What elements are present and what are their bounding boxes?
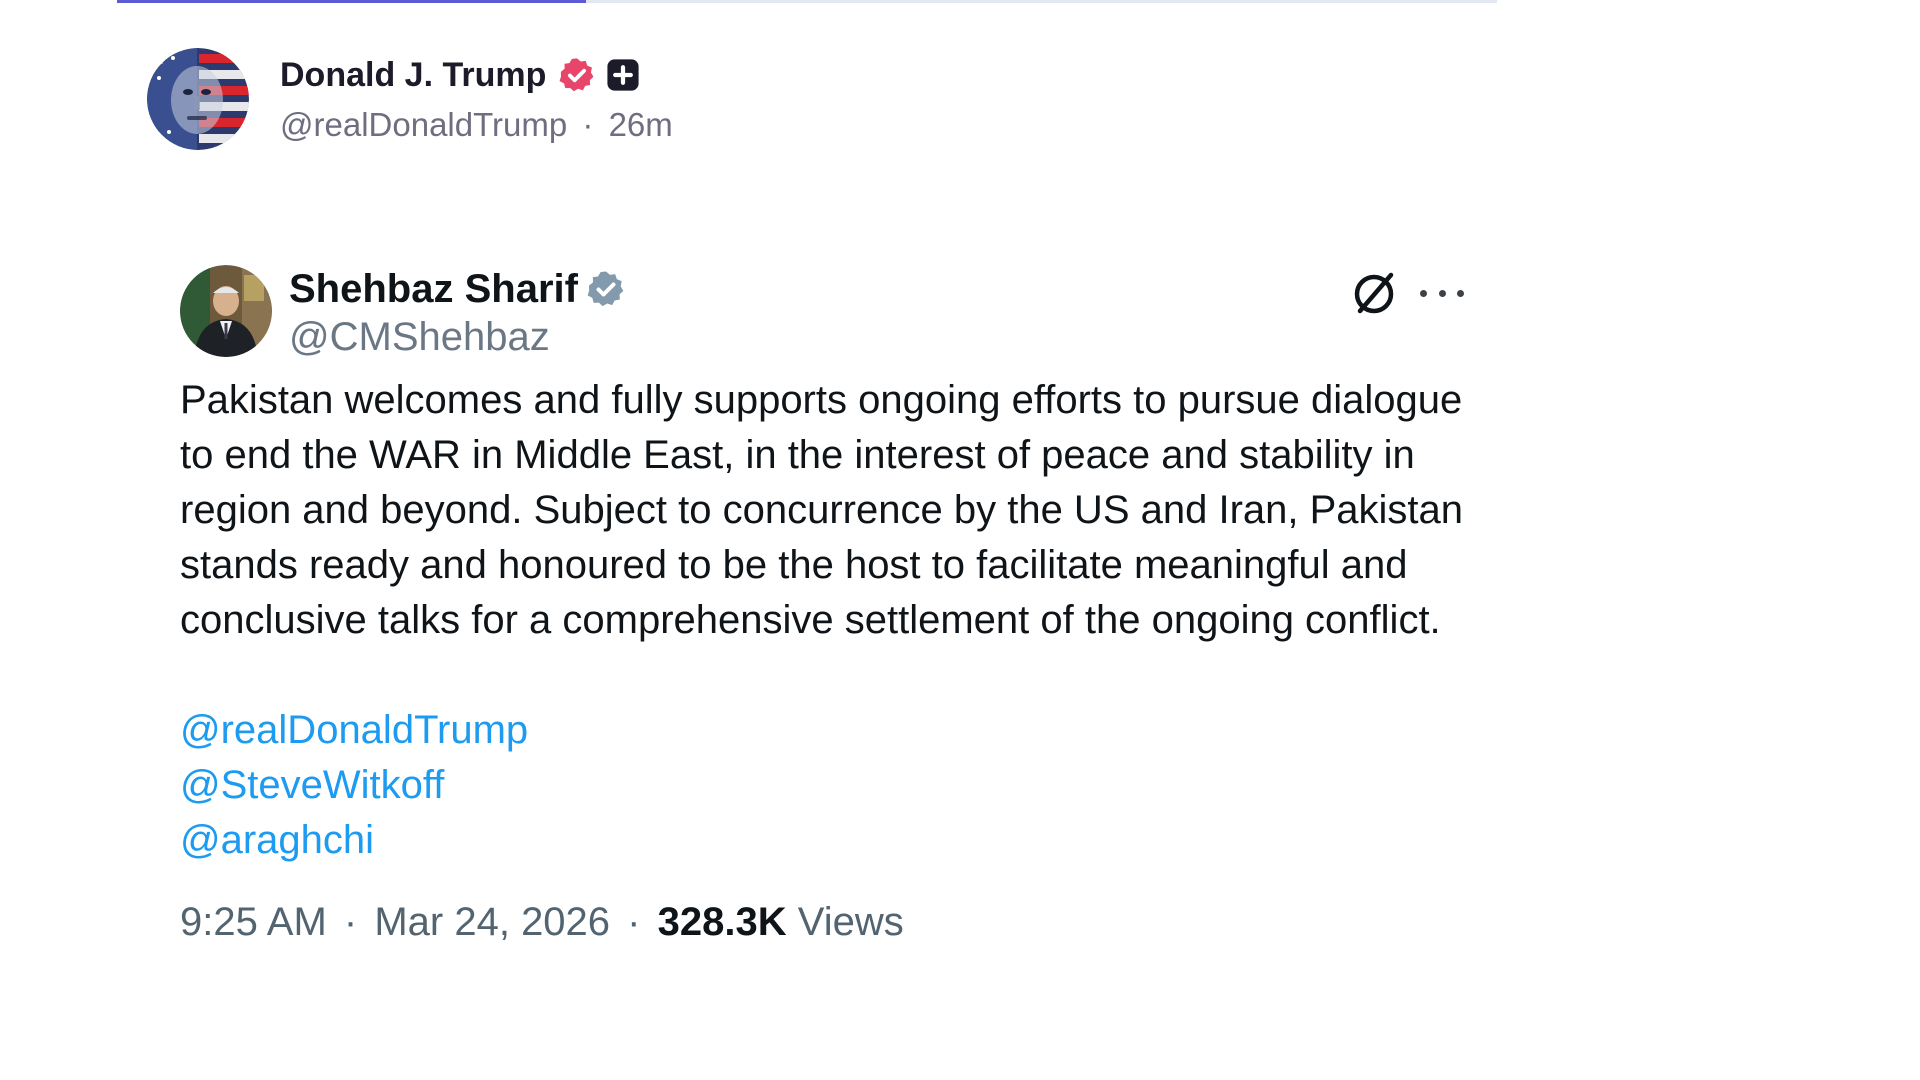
mention-link[interactable]: @realDonaldTrump [180,703,1480,758]
top-progress-fill [117,0,587,3]
post-author-handle[interactable]: @realDonaldTrump [280,106,567,143]
footer-separator: · [627,900,641,944]
mention-link[interactable]: @SteveWitkoff [180,758,1480,813]
verified-gray-icon [587,271,624,307]
tweet-author-name[interactable]: Shehbaz Sharif [289,267,578,312]
plus-square-icon [607,59,639,91]
grok-icon[interactable] [1348,267,1400,319]
page: Donald J. Trump @realDonaldTrump · 26m S… [0,0,1920,1080]
post-meta: @realDonaldTrump · 26m [280,106,673,144]
meta-separator: · [582,106,594,143]
tweet-date[interactable]: Mar 24, 2026 [374,900,610,944]
post-name-row: Donald J. Trump [280,54,673,96]
post-author-block: Donald J. Trump @realDonaldTrump · 26m [280,54,673,144]
post-time-ago[interactable]: 26m [609,106,673,143]
more-dot [1438,289,1446,297]
top-progress-bar [117,0,1497,3]
mention-link[interactable]: @araghchi [180,813,1480,868]
tweet-avatar-image [180,265,272,357]
tweet-text: Pakistan welcomes and fully supports ong… [180,378,1464,642]
embedded-tweet[interactable]: Shehbaz Sharif @CMShehbaz Pakistan welco… [180,265,1480,945]
more-options-icon[interactable] [1420,275,1464,311]
avatar[interactable] [147,48,249,150]
tweet-time[interactable]: 9:25 AM [180,900,327,944]
more-dot [1457,289,1464,297]
tweet-author-block: Shehbaz Sharif @CMShehbaz [289,265,626,360]
more-dot [1420,289,1427,297]
views-label: Views [797,900,904,944]
tweet-footer: 9:25 AM · Mar 24, 2026 · 328.3K Views [180,900,1480,945]
avatar-image [147,48,249,150]
tweet-header: Shehbaz Sharif @CMShehbaz [180,265,1480,360]
footer-separator: · [343,900,358,944]
verified-pink-icon [559,58,594,92]
tweet-avatar[interactable] [180,265,272,357]
views-count[interactable]: 328.3K [658,900,787,944]
tweet-author-handle[interactable]: @CMShehbaz [289,315,626,360]
tweet-mentions: @realDonaldTrump @SteveWitkoff @araghchi [180,703,1480,868]
tweet-name-row: Shehbaz Sharif [289,265,626,313]
post-header: Donald J. Trump @realDonaldTrump · 26m [147,48,673,150]
post-author-name[interactable]: Donald J. Trump [280,56,546,95]
